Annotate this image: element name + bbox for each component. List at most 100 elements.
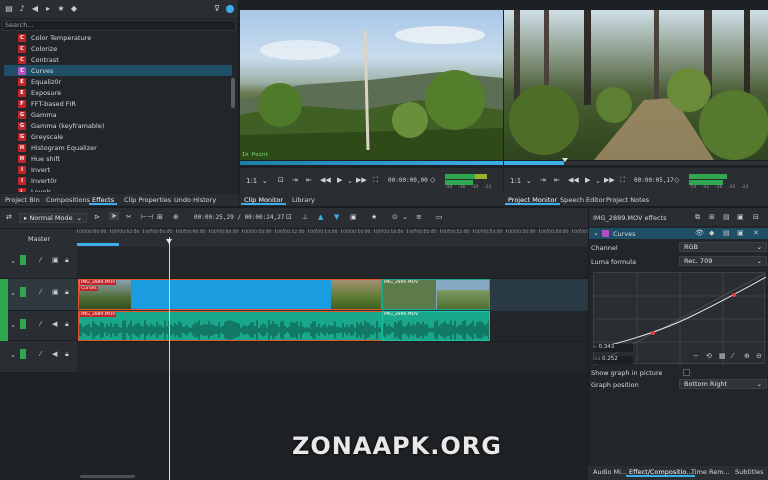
hide-track-icon[interactable]: ▣ bbox=[52, 288, 59, 296]
swap-icon[interactable]: ⇄ bbox=[6, 213, 12, 221]
spacer-tool-icon[interactable]: ⊢⊣ bbox=[141, 213, 153, 221]
set-in-icon[interactable]: ⇥ bbox=[540, 176, 546, 184]
effect-item[interactable]: G Gamma (keyframable) bbox=[4, 120, 232, 131]
effects-search-input[interactable]: Search... bbox=[2, 20, 236, 31]
video-clip-a[interactable]: IMG_2889.MOV Curves bbox=[78, 279, 382, 310]
track-active-indicator[interactable] bbox=[20, 287, 26, 297]
chevron-down-icon[interactable]: ⌄ bbox=[10, 321, 16, 329]
effect-item[interactable]: H Histogram Equalizer bbox=[4, 142, 232, 153]
overwrite-icon[interactable]: ▣ bbox=[350, 213, 357, 221]
monitor-menu-icon[interactable]: ⊡ bbox=[278, 176, 284, 184]
effect-item[interactable]: E Equaliz0r bbox=[4, 76, 232, 87]
forward-icon[interactable]: ▶▶ bbox=[356, 176, 367, 184]
track-active-indicator[interactable] bbox=[20, 349, 26, 359]
zoom-in-icon[interactable]: ⊕ bbox=[744, 352, 750, 360]
keyframe-icon[interactable]: ◆ bbox=[709, 229, 714, 237]
audio-filter-icon[interactable]: ♪ bbox=[17, 4, 27, 14]
chevron-down-icon[interactable]: ⌄ bbox=[262, 177, 268, 185]
track-lane-v2[interactable] bbox=[77, 247, 588, 279]
fullscreen-icon[interactable]: ⛶ bbox=[620, 176, 625, 185]
graph-position-select[interactable]: Bottom Right ⌄ bbox=[679, 379, 767, 389]
download-icon[interactable]: ◆ bbox=[69, 4, 79, 14]
zone-bar[interactable] bbox=[77, 243, 119, 246]
effect-item[interactable]: G Greyscale bbox=[4, 131, 232, 142]
tab-time-rem[interactable]: Time Rem... bbox=[688, 467, 733, 477]
collapse-icon[interactable]: ▣ bbox=[737, 213, 744, 221]
show-graph-checkbox[interactable] bbox=[683, 369, 690, 376]
timeline-scrollbar[interactable] bbox=[80, 475, 135, 478]
chevron-down-icon[interactable]: ⌄ bbox=[595, 177, 601, 185]
split-audio-icon[interactable]: ⊥ bbox=[302, 213, 308, 221]
timeline-playhead[interactable] bbox=[169, 237, 170, 480]
timeline-ruler[interactable]: 00:00:00:00 00:00:02:00 00:00:04:00 00:00:0… bbox=[77, 229, 601, 247]
filter-funnel-icon[interactable]: ⊽ bbox=[212, 4, 222, 14]
track-active-indicator[interactable] bbox=[20, 319, 26, 329]
edit-curve-icon[interactable]: ⁄ bbox=[732, 352, 733, 360]
lock-icon[interactable]: 🔒︎ bbox=[65, 320, 69, 329]
tab-audio-mi[interactable]: Audio Mi... bbox=[590, 467, 630, 477]
ripple-tool-icon[interactable]: ⊞ bbox=[157, 213, 163, 221]
effect-curves-header[interactable]: ⌄ Curves 👁︎ ◆ ▤ ▣ ✕ bbox=[589, 228, 768, 239]
tab-undo-history[interactable]: Undo History bbox=[171, 195, 219, 205]
favorite-star-icon[interactable]: ★ bbox=[371, 213, 377, 221]
chevron-down-icon[interactable]: ⌄ bbox=[10, 351, 16, 359]
tab-effects[interactable]: Effects bbox=[89, 195, 118, 205]
track-header-a1[interactable]: ⌄ ⁄ ◀ 🔒︎ bbox=[0, 311, 77, 341]
zoom-out-icon[interactable]: ⊖ bbox=[756, 352, 762, 360]
playhead-marker-icon[interactable] bbox=[166, 239, 172, 244]
compare-icon[interactable]: ⧉ bbox=[695, 213, 700, 222]
show-graph-icon[interactable]: ▦ bbox=[719, 352, 726, 360]
tab-project-monitor[interactable]: Project Monitor bbox=[505, 195, 561, 205]
forward-icon[interactable]: ▶▶ bbox=[604, 176, 615, 184]
out-value-field[interactable]: Out 0.252 bbox=[593, 356, 633, 364]
tab-project-bin[interactable]: Project Bin bbox=[2, 195, 43, 205]
track-target-indicator[interactable] bbox=[0, 311, 8, 341]
timecode-spin-icon[interactable]: ◇ bbox=[430, 176, 435, 184]
effect-item[interactable]: I Invert0r bbox=[4, 175, 232, 186]
zoom-label[interactable]: 1:1 bbox=[510, 177, 521, 185]
curve-point[interactable] bbox=[732, 293, 736, 297]
effects-wand-icon[interactable]: ⁄ bbox=[40, 256, 41, 264]
chevron-down-icon[interactable]: ⌄ bbox=[10, 289, 16, 297]
chevron-down-icon[interactable]: ⌄ bbox=[593, 229, 599, 237]
rewind-icon[interactable]: ◀◀ bbox=[568, 176, 579, 184]
in-value-field[interactable]: In 0.343 bbox=[593, 344, 633, 352]
lock-icon[interactable]: 🔒︎ bbox=[65, 350, 69, 359]
effect-item[interactable]: C Colorize bbox=[4, 43, 232, 54]
fit-zoom-icon[interactable]: ⊡ bbox=[286, 213, 292, 221]
effect-visible-icon[interactable]: 👁︎ bbox=[695, 229, 704, 237]
tab-subtitles[interactable]: Subtitles bbox=[732, 467, 766, 477]
effect-item[interactable]: C Color Temperature bbox=[4, 32, 232, 43]
track-target-indicator[interactable] bbox=[0, 279, 8, 311]
insert-icon[interactable]: ⊳ bbox=[94, 213, 100, 221]
effects-list-scrollbar[interactable] bbox=[231, 78, 235, 108]
zoom-label[interactable]: 1:1 bbox=[246, 177, 257, 185]
speaker-icon[interactable]: ◀ bbox=[30, 4, 40, 14]
clip-monitor-seekbar[interactable] bbox=[240, 161, 503, 165]
rewind-icon[interactable]: ◀◀ bbox=[320, 176, 331, 184]
tab-compositions[interactable]: Compositions bbox=[43, 195, 93, 205]
tab-library[interactable]: Library bbox=[289, 195, 318, 205]
chevron-down-icon[interactable]: ⌄ bbox=[347, 177, 353, 185]
razor-tool-icon[interactable]: ✂ bbox=[126, 213, 132, 221]
effects-wand-icon[interactable]: ⁄ bbox=[40, 320, 41, 328]
mute-speaker-icon[interactable]: ◀ bbox=[52, 350, 57, 358]
timeline-menu-icon[interactable]: ▭ bbox=[436, 213, 443, 221]
track-active-indicator[interactable] bbox=[20, 255, 26, 265]
fullscreen-icon[interactable]: ⛶ bbox=[373, 176, 378, 185]
track-header-v2[interactable]: ⌄ ⁄ ▣ 🔒︎ bbox=[0, 247, 77, 279]
save-effect-icon[interactable]: ▣ bbox=[737, 229, 744, 237]
track-header-v1[interactable]: ⌄ ⁄ ▣ 🔒︎ bbox=[0, 279, 77, 311]
effects-wand-icon[interactable]: ⁄ bbox=[40, 288, 41, 296]
extract-icon[interactable]: ▼ bbox=[334, 213, 339, 221]
track-header-a2[interactable]: ⌄ ⁄ ◀ 🔒︎ bbox=[0, 341, 77, 373]
lock-icon[interactable]: 🔒︎ bbox=[65, 288, 69, 297]
select-tool-icon[interactable]: ➤ bbox=[109, 212, 119, 220]
chevron-down-icon[interactable]: ⌄ bbox=[10, 257, 16, 265]
effect-item[interactable]: I Invert bbox=[4, 164, 232, 175]
hide-track-icon[interactable]: ▣ bbox=[52, 256, 59, 264]
more-icon[interactable]: ⊟ bbox=[753, 213, 759, 221]
luma-formula-select[interactable]: Rec. 709 ⌄ bbox=[679, 256, 767, 266]
play-icon[interactable]: ▶ bbox=[585, 176, 590, 184]
curve-point[interactable] bbox=[651, 331, 655, 335]
